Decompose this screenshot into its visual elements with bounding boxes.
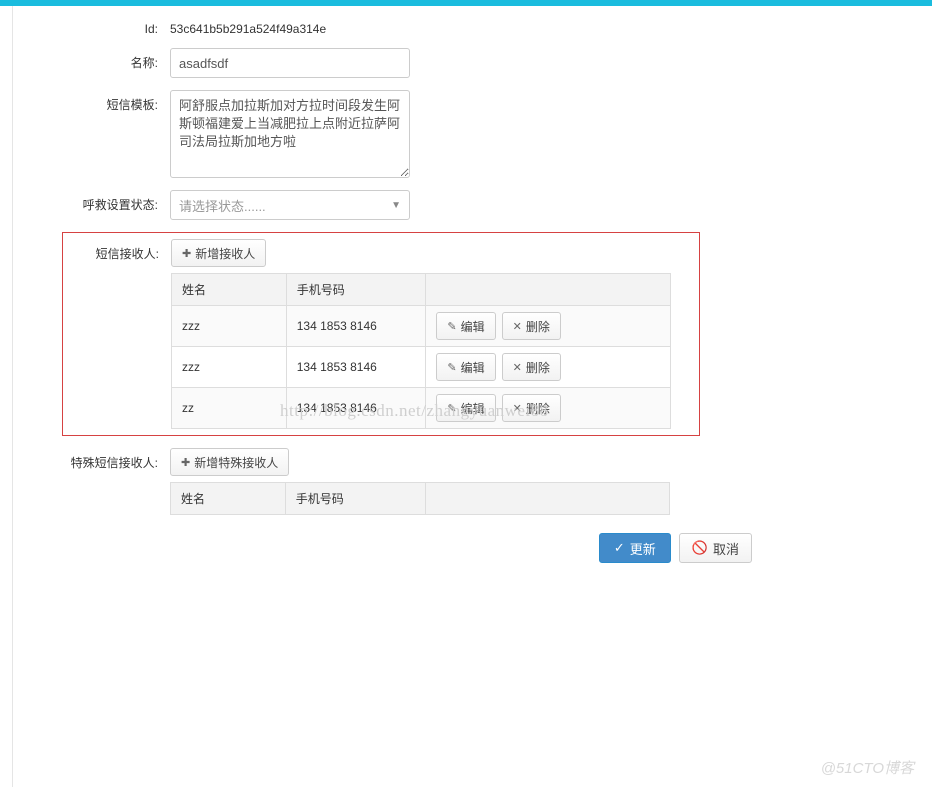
cell-actions: ✎ 编辑 ✕ 删除 bbox=[426, 306, 671, 347]
special-recipients-section: 特殊短信接收人: ✚ 新增特殊接收人 姓名 手机号码 bbox=[70, 448, 700, 515]
table-row: zzz134 1853 8146 ✎ 编辑 ✕ 删除 bbox=[172, 347, 671, 388]
delete-button[interactable]: ✕ 删除 bbox=[502, 353, 561, 381]
label-status: 呼救设置状态: bbox=[70, 190, 170, 213]
recipients-section: 短信接收人: ✚ 新增接收人 姓名 手机号码 zzz134 1853 8146✎… bbox=[62, 232, 700, 436]
template-textarea[interactable]: 阿舒服点加拉斯加对方拉时间段发生阿斯顿福建爱上当减肥拉上点附近拉萨阿司法局拉斯加… bbox=[170, 90, 410, 178]
label-special-recipients: 特殊短信接收人: bbox=[70, 448, 170, 471]
cancel-button[interactable]: 🚫 取消 bbox=[679, 533, 752, 563]
cancel-label: 取消 bbox=[713, 539, 739, 558]
name-input[interactable] bbox=[170, 48, 410, 78]
table-row: zzz134 1853 8146 ✎ 编辑 ✕ 删除 bbox=[172, 306, 671, 347]
label-recipients: 短信接收人: bbox=[63, 239, 171, 262]
chevron-down-icon: ▼ bbox=[391, 200, 401, 211]
close-icon: ✕ bbox=[513, 402, 522, 415]
add-recipient-button[interactable]: ✚ 新增接收人 bbox=[171, 239, 266, 267]
cell-phone: 134 1853 8146 bbox=[286, 306, 426, 347]
pencil-icon: ✎ bbox=[447, 402, 456, 415]
edit-label: 编辑 bbox=[461, 318, 485, 335]
table-row: zz134 1853 8146 ✎ 编辑 ✕ 删除 bbox=[172, 388, 671, 429]
col-header-name: 姓名 bbox=[171, 483, 286, 515]
delete-button[interactable]: ✕ 删除 bbox=[502, 312, 561, 340]
status-placeholder: 请选择状态...... bbox=[179, 196, 391, 215]
col-header-actions bbox=[426, 274, 671, 306]
recipients-table: 姓名 手机号码 zzz134 1853 8146✎编辑✕删除zzz134 185… bbox=[171, 273, 671, 429]
delete-button[interactable]: ✕ 删除 bbox=[502, 394, 561, 422]
cell-name: zzz bbox=[172, 306, 287, 347]
left-divider bbox=[12, 6, 13, 787]
col-header-phone: 手机号码 bbox=[285, 483, 425, 515]
row-id: Id: 53c641b5b291a524f49a314e bbox=[70, 16, 700, 36]
delete-label: 删除 bbox=[526, 359, 550, 376]
cell-name: zz bbox=[172, 388, 287, 429]
edit-button[interactable]: ✎ 编辑 bbox=[436, 353, 495, 381]
row-status: 呼救设置状态: 请选择状态...... ▼ bbox=[70, 190, 700, 220]
close-icon: ✕ bbox=[513, 320, 522, 333]
label-name: 名称: bbox=[70, 48, 170, 71]
cell-actions: ✎ 编辑 ✕ 删除 bbox=[426, 388, 671, 429]
plus-icon: ✚ bbox=[181, 456, 190, 469]
footer-buttons: ✓ 更新 🚫 取消 bbox=[70, 533, 752, 563]
edit-label: 编辑 bbox=[461, 400, 485, 417]
plus-icon: ✚ bbox=[182, 247, 191, 260]
label-id: Id: bbox=[70, 16, 170, 36]
cell-phone: 134 1853 8146 bbox=[286, 388, 426, 429]
edit-button[interactable]: ✎ 编辑 bbox=[436, 394, 495, 422]
delete-label: 删除 bbox=[526, 400, 550, 417]
col-header-actions bbox=[425, 483, 669, 515]
col-header-phone: 手机号码 bbox=[286, 274, 426, 306]
row-name: 名称: bbox=[70, 48, 700, 78]
cell-phone: 134 1853 8146 bbox=[286, 347, 426, 388]
add-special-recipient-label: 新增特殊接收人 bbox=[194, 454, 278, 471]
add-recipient-label: 新增接收人 bbox=[195, 245, 255, 262]
watermark-footer: @51CTO博客 bbox=[821, 757, 914, 778]
cell-actions: ✎ 编辑 ✕ 删除 bbox=[426, 347, 671, 388]
edit-button[interactable]: ✎ 编辑 bbox=[436, 312, 495, 340]
update-button[interactable]: ✓ 更新 bbox=[599, 533, 671, 563]
check-icon: ✓ bbox=[614, 540, 625, 556]
cell-name: zzz bbox=[172, 347, 287, 388]
pencil-icon: ✎ bbox=[447, 361, 456, 374]
special-recipients-table: 姓名 手机号码 bbox=[170, 482, 670, 515]
cancel-icon: 🚫 bbox=[692, 540, 708, 556]
label-template: 短信模板: bbox=[70, 90, 170, 113]
row-template: 短信模板: 阿舒服点加拉斯加对方拉时间段发生阿斯顿福建爱上当减肥拉上点附近拉萨阿… bbox=[70, 90, 700, 178]
add-special-recipient-button[interactable]: ✚ 新增特殊接收人 bbox=[170, 448, 289, 476]
update-label: 更新 bbox=[630, 539, 656, 558]
form-container: Id: 53c641b5b291a524f49a314e 名称: 短信模板: 阿… bbox=[0, 6, 700, 563]
col-header-name: 姓名 bbox=[172, 274, 287, 306]
status-select[interactable]: 请选择状态...... ▼ bbox=[170, 190, 410, 220]
value-id: 53c641b5b291a524f49a314e bbox=[170, 16, 326, 36]
pencil-icon: ✎ bbox=[447, 320, 456, 333]
close-icon: ✕ bbox=[513, 361, 522, 374]
edit-label: 编辑 bbox=[461, 359, 485, 376]
delete-label: 删除 bbox=[526, 318, 550, 335]
